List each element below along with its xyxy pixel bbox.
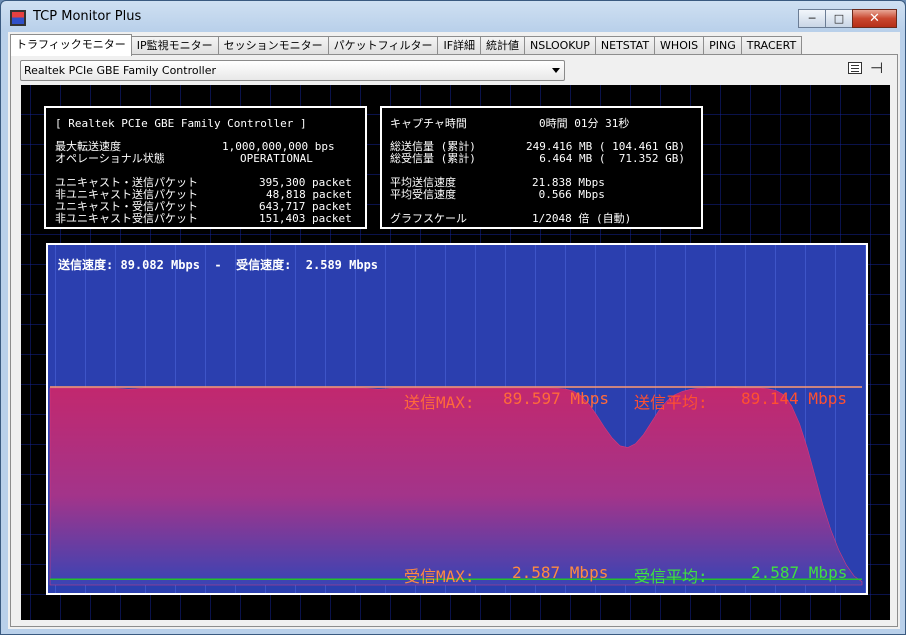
- traffic-graph-canvas: [48, 245, 866, 593]
- recv-speed-value: 2.589 Mbps: [305, 258, 379, 272]
- chevron-down-icon[interactable]: [552, 68, 560, 73]
- close-button[interactable]: ✕: [852, 9, 897, 28]
- close-icon: ✕: [869, 11, 880, 26]
- title-bar[interactable]: TCP Monitor Plus ─ □ ✕: [1, 1, 905, 33]
- capture-info-box: キャプチャ時間 0時間 01分 31秒 総送信量 (累計) 249.416 MB…: [380, 106, 703, 229]
- app-window: TCP Monitor Plus ─ □ ✕ トラフィックモニター IP監視モニ…: [0, 0, 906, 635]
- adapter-select[interactable]: Realtek PCIe GBE Family Controller: [20, 60, 565, 81]
- recv-avg-label: 受信平均:: [634, 567, 708, 586]
- tab-statistics[interactable]: 統計値: [480, 36, 526, 55]
- info-label: 非ユニキャスト受信パケット: [55, 212, 198, 225]
- tab-whois[interactable]: WHOIS: [654, 36, 705, 55]
- recv-speed-label: 受信速度:: [236, 258, 292, 272]
- traffic-display: [ Realtek PCIe GBE Family Controller ] 最…: [21, 85, 890, 620]
- interface-info-box: [ Realtek PCIe GBE Family Controller ] 最…: [44, 106, 367, 229]
- menu-icon[interactable]: [848, 62, 862, 74]
- maximize-button[interactable]: □: [825, 9, 853, 28]
- tab-nslookup[interactable]: NSLOOKUP: [524, 36, 596, 55]
- app-icon: [10, 10, 26, 26]
- info-value: 0時間 01分 31秒: [539, 117, 630, 130]
- send-speed-label: 送信速度:: [58, 258, 114, 272]
- send-max-value: 89.597 Mbps: [503, 389, 609, 408]
- tab-strip: トラフィックモニター IP監視モニター セッションモニター パケットフィルター …: [10, 34, 803, 56]
- info-label: キャプチャ時間: [390, 117, 467, 130]
- tab-ping[interactable]: PING: [703, 36, 742, 55]
- info-value: 6.464 MB ( 71.352 GB): [526, 152, 685, 165]
- window-title: TCP Monitor Plus: [33, 9, 142, 24]
- client-area: トラフィックモニター IP監視モニター セッションモニター パケットフィルター …: [8, 32, 900, 629]
- maximize-icon: □: [833, 12, 845, 25]
- info-value: 1/2048 倍 (自動): [532, 212, 632, 225]
- info-label: グラフスケール: [390, 212, 467, 225]
- recv-avg-value: 2.587 Mbps: [751, 563, 848, 582]
- info-label: 平均受信速度: [390, 188, 456, 201]
- minimize-button[interactable]: ─: [798, 9, 826, 28]
- tab-packet-filter[interactable]: パケットフィルター: [327, 36, 439, 55]
- recv-max-label: 受信MAX:: [404, 567, 475, 586]
- speed-separator: -: [214, 258, 222, 272]
- send-speed-value: 89.082 Mbps: [120, 258, 200, 272]
- adapter-select-value: Realtek PCIe GBE Family Controller: [24, 64, 217, 77]
- send-traffic-area: [49, 386, 863, 586]
- tab-ip-monitor[interactable]: IP監視モニター: [130, 36, 219, 55]
- send-avg-label: 送信平均:: [634, 393, 708, 412]
- minimize-icon: ─: [808, 12, 816, 25]
- interface-header: [ Realtek PCIe GBE Family Controller ]: [55, 117, 307, 130]
- send-avg-value: 89.144 Mbps: [741, 389, 847, 408]
- info-label: オペレーショナル状態: [55, 152, 165, 165]
- tab-netstat[interactable]: NETSTAT: [594, 36, 656, 55]
- tab-session-monitor[interactable]: セッションモニター: [217, 36, 329, 55]
- recv-max-value: 2.587 Mbps: [512, 563, 609, 582]
- tab-traffic-monitor[interactable]: トラフィックモニター: [10, 34, 132, 56]
- traffic-monitor-panel: Realtek PCIe GBE Family Controller ⊣ [R…: [10, 54, 898, 627]
- info-value: 151,403 packet: [259, 212, 352, 225]
- info-value: 0.566 Mbps: [532, 188, 605, 201]
- info-label: 総受信量 (累計): [390, 152, 476, 165]
- current-speed-readout: 送信速度: 89.082 Mbps - 受信速度: 2.589 Mbps: [58, 256, 378, 273]
- pin-icon[interactable]: ⊣: [870, 60, 883, 76]
- send-max-label: 送信MAX:: [404, 393, 475, 412]
- info-value: OPERATIONAL: [240, 152, 313, 165]
- traffic-graph: 送信速度: 89.082 Mbps - 受信速度: 2.589 Mbps 送信M…: [46, 243, 868, 595]
- tab-if-detail[interactable]: IF詳細: [437, 36, 482, 55]
- tab-tracert[interactable]: TRACERT: [740, 36, 803, 55]
